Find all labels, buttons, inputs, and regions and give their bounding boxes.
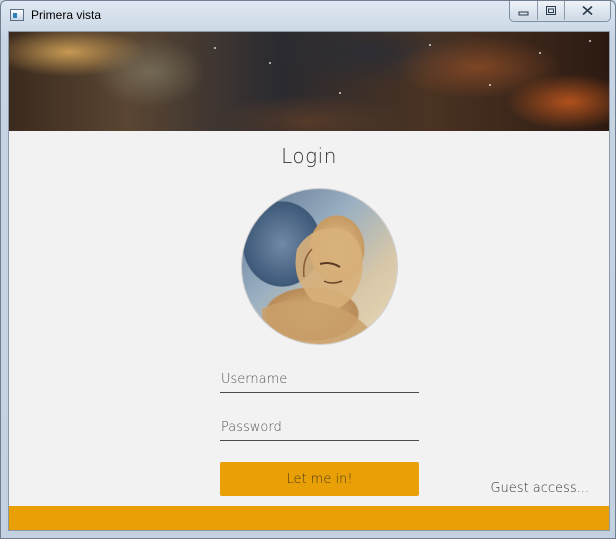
username-field[interactable] [220, 367, 419, 393]
minimize-icon [518, 11, 529, 15]
login-button[interactable]: Let me in! [220, 462, 419, 496]
portrait-image [262, 228, 382, 344]
maximize-icon [546, 6, 556, 15]
password-input[interactable] [220, 415, 419, 440]
minimize-button[interactable] [510, 1, 537, 20]
app-icon [10, 9, 24, 21]
footer-bar [9, 506, 609, 530]
username-input[interactable] [220, 367, 419, 392]
title-bar[interactable]: Primera vista [1, 1, 615, 31]
window-title: Primera vista [31, 8, 102, 22]
close-button[interactable] [564, 1, 610, 20]
guest-access-link[interactable]: Guest access... [490, 481, 589, 496]
password-field[interactable] [220, 415, 419, 441]
avatar [242, 189, 397, 344]
maximize-button[interactable] [537, 1, 564, 20]
app-window: Primera vista Login Username Let me in! … [0, 0, 616, 539]
nebula-banner-image [9, 32, 609, 131]
main-content: Login Let me in! Guest access... [8, 31, 610, 531]
window-controls [509, 1, 611, 22]
page-title: Login [281, 144, 337, 168]
close-icon [582, 5, 593, 16]
